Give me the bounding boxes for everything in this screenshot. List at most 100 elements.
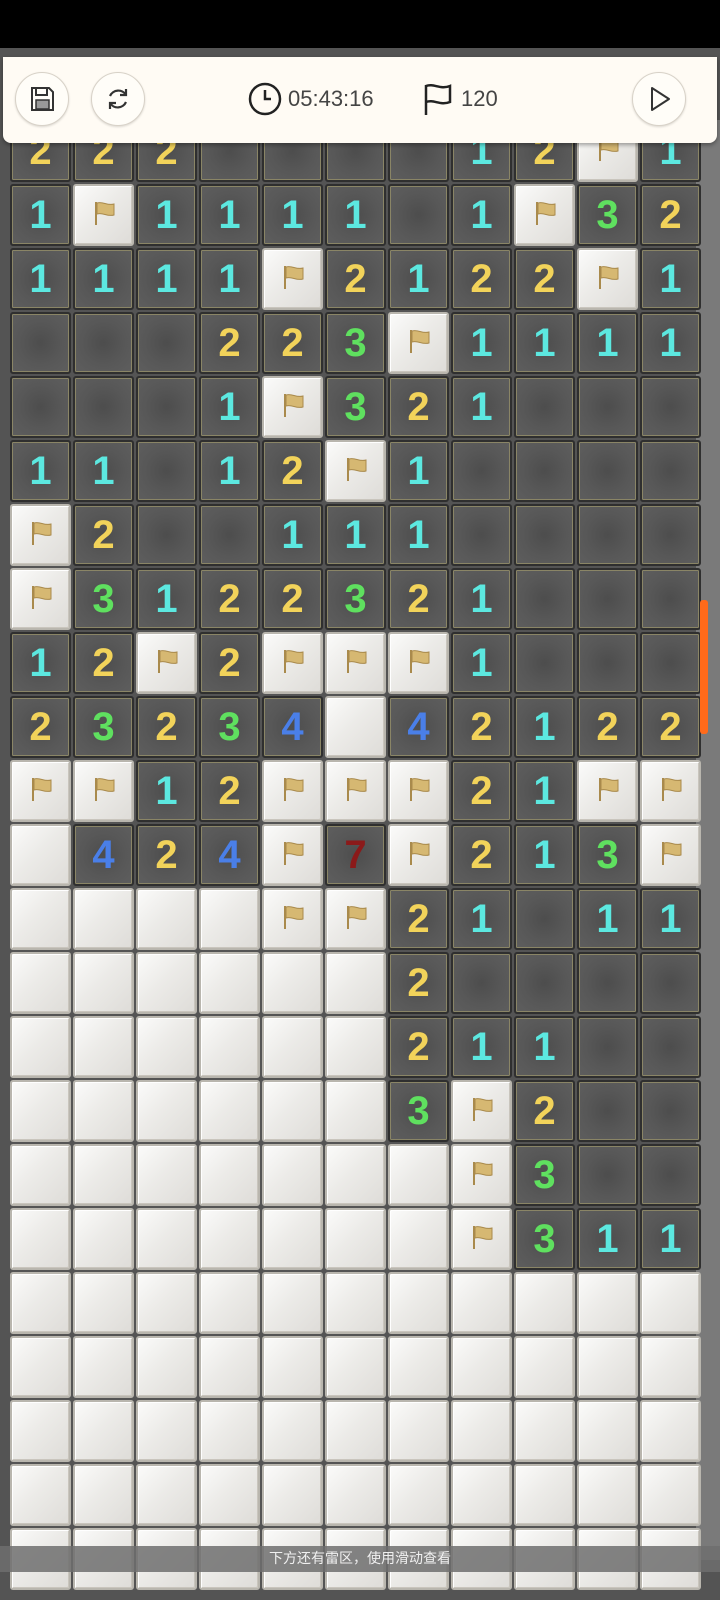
board-cell[interactable]: 1 xyxy=(451,888,512,950)
board-cell[interactable] xyxy=(451,440,512,502)
board-cell[interactable]: 1 xyxy=(640,248,701,310)
board-cell[interactable] xyxy=(199,1016,260,1078)
board-cell[interactable]: 2 xyxy=(577,696,638,758)
board-cell[interactable] xyxy=(451,1336,512,1398)
board-cell[interactable]: 2 xyxy=(388,1016,449,1078)
board-cell[interactable]: 2 xyxy=(199,632,260,694)
board-cell[interactable] xyxy=(262,632,323,694)
board-cell[interactable] xyxy=(73,1464,134,1526)
board-cell[interactable]: 1 xyxy=(136,248,197,310)
board-cell[interactable] xyxy=(451,952,512,1014)
board-cell[interactable]: 2 xyxy=(451,696,512,758)
board-cell[interactable] xyxy=(73,760,134,822)
board-cell[interactable]: 2 xyxy=(73,504,134,566)
board-cell[interactable] xyxy=(10,312,71,374)
board-cell[interactable]: 4 xyxy=(73,824,134,886)
board-cell[interactable] xyxy=(325,1144,386,1206)
board-cell[interactable] xyxy=(514,1400,575,1462)
board-cell[interactable] xyxy=(73,1208,134,1270)
board-cell[interactable] xyxy=(262,1272,323,1334)
board-cell[interactable]: 1 xyxy=(10,440,71,502)
board-cell[interactable] xyxy=(514,376,575,438)
board-cell[interactable] xyxy=(577,1336,638,1398)
board-cell[interactable] xyxy=(325,1272,386,1334)
board-cell[interactable]: 1 xyxy=(514,824,575,886)
board-cell[interactable] xyxy=(325,696,386,758)
board-cell[interactable]: 1 xyxy=(388,504,449,566)
board-cell[interactable] xyxy=(514,1336,575,1398)
board-cell[interactable] xyxy=(136,632,197,694)
board-cell[interactable] xyxy=(325,1400,386,1462)
board-cell[interactable]: 2 xyxy=(199,312,260,374)
board-cell[interactable] xyxy=(262,824,323,886)
board-cell[interactable] xyxy=(73,376,134,438)
board-cell[interactable]: 3 xyxy=(514,1144,575,1206)
board-cell[interactable]: 3 xyxy=(325,376,386,438)
board-cell[interactable] xyxy=(262,952,323,1014)
board-cell[interactable] xyxy=(10,1336,71,1398)
board-cell[interactable] xyxy=(388,1464,449,1526)
board-cell[interactable] xyxy=(577,1272,638,1334)
board-cell[interactable]: 1 xyxy=(262,184,323,246)
board-cell[interactable] xyxy=(136,1336,197,1398)
board-cell[interactable] xyxy=(640,568,701,630)
board-cell[interactable]: 2 xyxy=(514,248,575,310)
board-cell[interactable] xyxy=(10,888,71,950)
board-cell[interactable] xyxy=(199,1080,260,1142)
board-cell[interactable] xyxy=(136,1144,197,1206)
board-cell[interactable] xyxy=(325,1016,386,1078)
board-cell[interactable] xyxy=(640,1336,701,1398)
board-cell[interactable]: 1 xyxy=(451,1016,512,1078)
board-cell[interactable] xyxy=(325,632,386,694)
board-cell[interactable]: 1 xyxy=(640,312,701,374)
board-cell[interactable] xyxy=(136,1016,197,1078)
board-cell[interactable]: 1 xyxy=(136,760,197,822)
board-cell[interactable] xyxy=(73,952,134,1014)
board-cell[interactable] xyxy=(136,888,197,950)
board-cell[interactable]: 3 xyxy=(73,696,134,758)
board-cell[interactable] xyxy=(577,504,638,566)
board-cell[interactable]: 7 xyxy=(325,824,386,886)
board-cell[interactable] xyxy=(262,1016,323,1078)
board-cell[interactable] xyxy=(451,504,512,566)
board-cell[interactable] xyxy=(325,952,386,1014)
board-cell[interactable] xyxy=(262,888,323,950)
board-cell[interactable] xyxy=(199,1336,260,1398)
board-cell[interactable] xyxy=(10,568,71,630)
board-cell[interactable]: 1 xyxy=(199,184,260,246)
board-cell[interactable] xyxy=(10,1144,71,1206)
board-cell[interactable] xyxy=(640,952,701,1014)
board-cell[interactable]: 2 xyxy=(388,952,449,1014)
board-cell[interactable]: 1 xyxy=(10,184,71,246)
board-cell[interactable]: 1 xyxy=(640,1208,701,1270)
board-cell[interactable]: 2 xyxy=(199,568,260,630)
board-cell[interactable]: 1 xyxy=(451,184,512,246)
board-cell[interactable] xyxy=(577,1144,638,1206)
board-cell[interactable]: 2 xyxy=(388,376,449,438)
board-cell[interactable]: 4 xyxy=(388,696,449,758)
board-cell[interactable] xyxy=(136,1080,197,1142)
board-cell[interactable] xyxy=(136,440,197,502)
board-cell[interactable]: 1 xyxy=(10,632,71,694)
board-cell[interactable] xyxy=(388,1144,449,1206)
board-cell[interactable] xyxy=(199,952,260,1014)
board-cell[interactable]: 1 xyxy=(136,568,197,630)
board-cell[interactable]: 2 xyxy=(199,760,260,822)
board-cell[interactable]: 1 xyxy=(10,248,71,310)
board-cell[interactable] xyxy=(73,1400,134,1462)
board-cell[interactable]: 2 xyxy=(325,248,386,310)
board-cell[interactable] xyxy=(388,824,449,886)
board-cell[interactable] xyxy=(10,760,71,822)
board-cell[interactable] xyxy=(136,312,197,374)
board-cell[interactable] xyxy=(73,1080,134,1142)
board-cell[interactable] xyxy=(10,1208,71,1270)
board-cell[interactable] xyxy=(73,888,134,950)
board-cell[interactable] xyxy=(262,1400,323,1462)
board-cell[interactable]: 1 xyxy=(73,248,134,310)
board-cell[interactable]: 2 xyxy=(262,440,323,502)
board-cell[interactable] xyxy=(199,504,260,566)
board-cell[interactable] xyxy=(136,1208,197,1270)
board-cell[interactable] xyxy=(388,1400,449,1462)
board-cell[interactable] xyxy=(325,1080,386,1142)
board-cell[interactable]: 3 xyxy=(199,696,260,758)
